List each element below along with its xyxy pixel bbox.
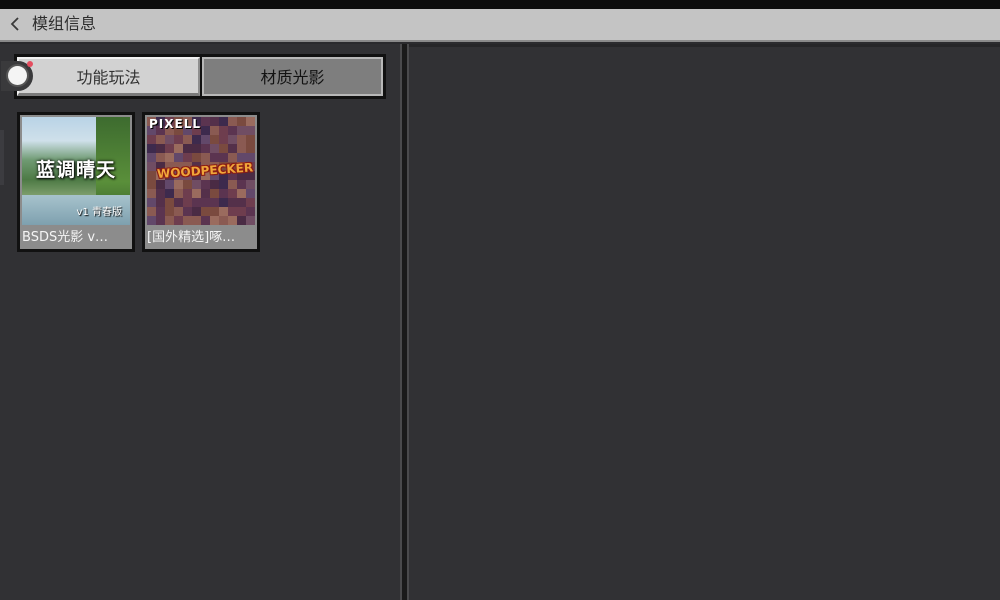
thumbnail-title: 蓝调晴天 — [35, 159, 116, 181]
status-bar — [0, 0, 1000, 9]
top-bar: 模组信息 — [0, 9, 1000, 42]
resource-card[interactable]: PIXELL WOODPECKER [国外精选]啄… — [142, 112, 260, 252]
thumbnail-subtitle: v1 青春版 — [76, 207, 122, 218]
resource-card-label: [国外精选]啄… — [147, 230, 236, 245]
thumbnail-image: 蓝调晴天 v1 青春版 — [22, 117, 130, 225]
tab-features[interactable]: 功能玩法 — [17, 57, 200, 96]
resource-card-label: BSDS光影 v… — [22, 230, 109, 245]
panel-divider[interactable] — [400, 44, 409, 600]
page-title: 模组信息 — [32, 14, 97, 33]
toggle-switch-icon — [8, 66, 27, 85]
right-panel — [409, 44, 1000, 600]
thumbnail-brand: PIXELL — [149, 117, 202, 131]
thumbnail-image: PIXELL WOODPECKER — [147, 117, 255, 225]
back-button[interactable] — [4, 9, 28, 40]
notification-dot — [27, 61, 33, 67]
resource-card[interactable]: 蓝调晴天 v1 青春版 BSDS光影 v… — [17, 112, 135, 252]
tab-bar: 功能玩法 材质光影 — [14, 54, 386, 99]
tab-textures-shaders[interactable]: 材质光影 — [202, 57, 383, 96]
chevron-left-icon — [10, 17, 19, 31]
side-edge-handle — [0, 130, 4, 185]
toggle-switch[interactable] — [1, 61, 33, 91]
